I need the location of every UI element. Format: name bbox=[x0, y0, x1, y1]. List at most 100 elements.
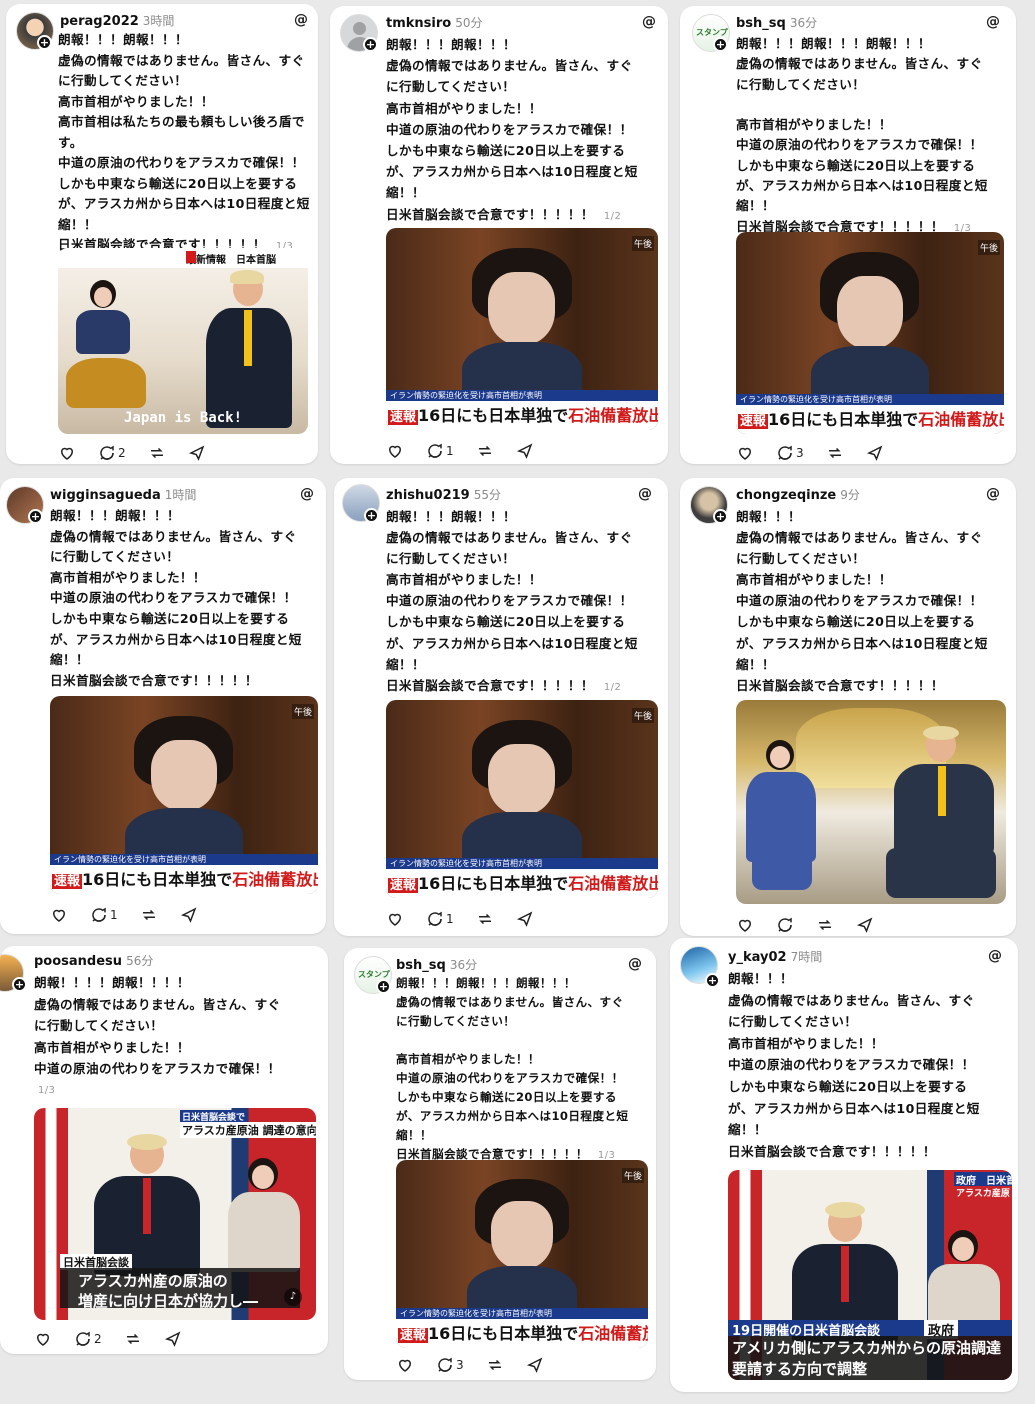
username[interactable]: bsh_sq 36分 bbox=[396, 956, 477, 973]
post-image[interactable]: 政府 日米首 アラスカ産原 19日開催の日米首脳会談 政府 アメリカ側にアラスカ… bbox=[728, 1170, 1012, 1380]
post-text-line: 朗報！！！ bbox=[736, 509, 801, 524]
repost-button[interactable] bbox=[476, 910, 494, 928]
like-button[interactable] bbox=[58, 444, 76, 462]
repost-button[interactable] bbox=[816, 916, 834, 934]
like-button[interactable] bbox=[396, 1356, 414, 1374]
post-text-line: 高市首相がやりました！！ bbox=[396, 1052, 540, 1066]
repost-button[interactable] bbox=[124, 1330, 142, 1348]
post-text-line: 朗報！！！朗報！！！ bbox=[58, 32, 188, 47]
man-figure bbox=[90, 1134, 200, 1276]
threads-logo-icon[interactable]: @ bbox=[294, 12, 308, 28]
repost-icon bbox=[488, 1359, 501, 1371]
post-text-line: が、アラスカ州から日本へは10日程度と短 bbox=[386, 164, 638, 180]
post-text-line: 中道の原油の代わりをアラスカで確保！！ bbox=[50, 590, 297, 606]
reply-button[interactable]: 2 bbox=[98, 444, 126, 462]
username[interactable]: zhishu0219 55分 bbox=[386, 486, 501, 503]
news-main-b: 石油備蓄放出 bbox=[232, 870, 318, 889]
post-image[interactable]: 日米首脳会談で アラスカ産原油 調達の意向 日米首脳会談 アラスカ州産の原油の … bbox=[34, 1108, 316, 1320]
post-text-line: 高市首相がやりました！！ bbox=[736, 117, 892, 133]
threads-logo-icon[interactable]: @ bbox=[300, 486, 314, 502]
share-button[interactable] bbox=[526, 1356, 544, 1374]
woman-figure bbox=[462, 719, 582, 881]
follow-plus-icon[interactable]: + bbox=[364, 508, 379, 523]
follow-plus-icon[interactable]: + bbox=[37, 35, 52, 50]
follow-plus-icon[interactable]: + bbox=[376, 979, 391, 994]
threads-logo-icon[interactable]: @ bbox=[638, 486, 652, 502]
username[interactable]: perag2022 3時間 bbox=[60, 12, 174, 29]
follow-plus-icon[interactable]: + bbox=[28, 509, 43, 524]
like-button[interactable] bbox=[736, 916, 754, 934]
news-main-a: 16日にも日本単独で bbox=[418, 406, 569, 425]
reply-button[interactable]: 1 bbox=[426, 442, 454, 460]
username[interactable]: wigginsagueda 1時間 bbox=[50, 486, 196, 503]
post-text-line: 日米首脳会談で合意です！！！！！ 1/2 bbox=[386, 677, 622, 693]
post-text-line: 日米首脳会談で合意です！！！！！ bbox=[736, 677, 944, 693]
share-icon bbox=[526, 1357, 543, 1373]
caption-top-a: 政府 日米首 bbox=[954, 1172, 1012, 1187]
reply-button[interactable]: 2 bbox=[74, 1330, 102, 1348]
share-button[interactable] bbox=[180, 906, 198, 924]
news-ticker-top: イラン情勢の緊迫化を受け高市首相が表明 bbox=[396, 1308, 648, 1319]
post-text-line: す。 bbox=[58, 134, 83, 150]
threads-logo-icon[interactable]: @ bbox=[988, 948, 1002, 964]
username[interactable]: poosandesu 56分 bbox=[34, 952, 153, 969]
reply-button[interactable] bbox=[776, 916, 794, 934]
share-button[interactable] bbox=[164, 1330, 182, 1348]
repost-button[interactable] bbox=[140, 906, 158, 924]
post-text-line: 縮！！ bbox=[728, 1122, 767, 1138]
repost-button[interactable] bbox=[486, 1356, 504, 1374]
post-card: + tmknsiro 50分 @ 朗報！！！朗報！！！ 虚偽の情報ではありません。皆… bbox=[330, 6, 668, 464]
post-image[interactable]: 午後イラン情勢の緊迫化を受け高市首相が表明速報16日にも日本単独で石油備蓄放出 bbox=[50, 696, 318, 894]
post-text-line: しかも中東なら輸送に20日以上を要する bbox=[386, 614, 626, 630]
post-text-line: 縮！！ bbox=[396, 1128, 432, 1142]
threads-logo-icon[interactable]: @ bbox=[642, 14, 656, 30]
post-text: 朗報！！！！朗報！！！！ 虚偽の情報ではありません。皆さん、すぐ に行動してください… bbox=[34, 972, 324, 1102]
share-button[interactable] bbox=[516, 442, 534, 460]
share-button[interactable] bbox=[188, 444, 206, 462]
like-button[interactable] bbox=[736, 444, 754, 462]
reply-button[interactable]: 1 bbox=[426, 910, 454, 928]
post-image[interactable]: 午後イラン情勢の緊迫化を受け高市首相が表明速報16日にも日本単独で石油備蓄放出 bbox=[736, 232, 1004, 434]
volume-icon[interactable]: ♪ bbox=[284, 1288, 302, 1306]
share-button[interactable] bbox=[866, 444, 884, 462]
username[interactable]: tmknsiro 50分 bbox=[386, 14, 482, 31]
follow-plus-icon[interactable]: + bbox=[363, 37, 378, 52]
post-text-line: 日米首脳会談で合意です！！！！！ bbox=[728, 1143, 936, 1159]
post-text-line: 虚偽の情報ではありません。皆さん、すぐ bbox=[34, 996, 281, 1012]
reply-button[interactable]: 3 bbox=[436, 1356, 464, 1374]
username[interactable]: y_kay02 7時間 bbox=[728, 948, 822, 965]
repost-icon bbox=[126, 1333, 139, 1345]
follow-plus-icon[interactable]: + bbox=[713, 509, 728, 524]
post-text-line: 虚偽の情報ではありません。皆さん、すぐ bbox=[396, 995, 624, 1009]
share-button[interactable] bbox=[516, 910, 534, 928]
reply-button[interactable]: 1 bbox=[90, 906, 118, 924]
like-button[interactable] bbox=[386, 442, 404, 460]
threads-logo-icon[interactable]: @ bbox=[628, 956, 642, 972]
post-text: 朗報！！！ 虚偽の情報ではありません。皆さん、すぐ に行動してください！ 高市首相がや… bbox=[736, 506, 1011, 696]
post-image[interactable]: 午後イラン情勢の緊迫化を受け高市首相が表明速報16日にも日本単独で石油備蓄放出 bbox=[396, 1160, 648, 1348]
follow-plus-icon[interactable]: + bbox=[12, 977, 27, 992]
post-image[interactable]: 最新情報 日本首脳 Japan is Back! bbox=[58, 248, 308, 434]
follow-plus-icon[interactable]: + bbox=[713, 37, 728, 52]
follow-plus-icon[interactable]: + bbox=[705, 973, 720, 988]
share-button[interactable] bbox=[856, 916, 874, 934]
post-image[interactable]: 午後イラン情勢の緊迫化を受け高市首相が表明速報16日にも日本単独で石油備蓄放出 bbox=[386, 700, 658, 898]
reply-button[interactable]: 3 bbox=[776, 444, 804, 462]
like-button[interactable] bbox=[386, 910, 404, 928]
like-button[interactable] bbox=[50, 906, 68, 924]
post-image[interactable] bbox=[736, 700, 1006, 904]
threads-logo-icon[interactable]: @ bbox=[986, 14, 1000, 30]
like-button[interactable] bbox=[34, 1330, 52, 1348]
post-text: 朗報！！！朗報！！！朗報！！！ 虚偽の情報ではありません。皆さん、すぐ に行動してく… bbox=[396, 974, 652, 1165]
post-text: 朗報！！！朗報！！！ 虚偽の情報ではありません。皆さん、すぐ に行動してください！ 高… bbox=[50, 506, 322, 691]
repost-button[interactable] bbox=[476, 442, 494, 460]
post-image[interactable]: 午後イラン情勢の緊迫化を受け高市首相が表明速報16日にも日本単独で石油備蓄放出 bbox=[386, 228, 658, 430]
username[interactable]: bsh_sq 36分 bbox=[736, 14, 817, 31]
threads-logo-icon[interactable]: @ bbox=[986, 486, 1000, 502]
repost-button[interactable] bbox=[826, 444, 844, 462]
post-text: 朗報！！！ 虚偽の情報ではありません。皆さん、すぐ に行動してください！ 高市首相がや… bbox=[728, 968, 1014, 1162]
post-card: + wigginsagueda 1時間 @ 朗報！！！朗報！！！ 虚偽の情報ではあり… bbox=[0, 478, 326, 934]
repost-button[interactable] bbox=[148, 444, 166, 462]
like-icon bbox=[36, 1333, 50, 1346]
username[interactable]: chongzeqinze 9分 bbox=[736, 486, 860, 503]
